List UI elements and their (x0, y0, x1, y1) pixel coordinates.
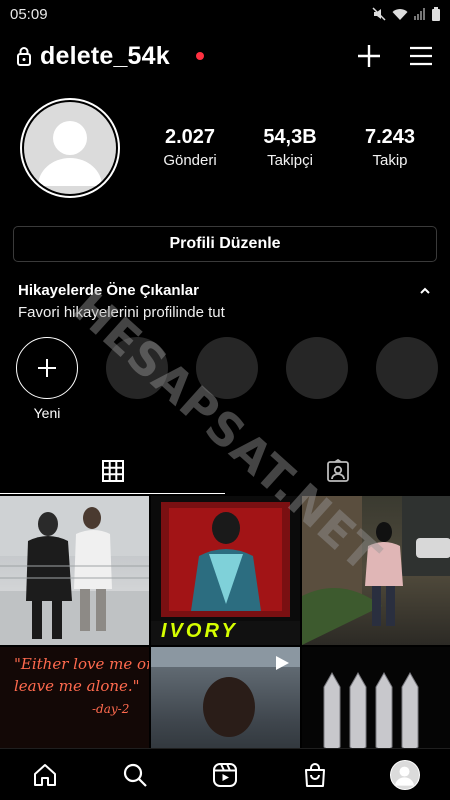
wifi-icon (392, 8, 408, 20)
followers-count: 54,3B (263, 126, 317, 148)
grid-icon (101, 460, 124, 482)
chevron-up-icon[interactable] (418, 284, 432, 298)
status-time: 05:09 (10, 5, 48, 23)
lock-icon (17, 47, 31, 66)
highlight-placeholder (286, 337, 348, 399)
highlight-placeholder (376, 337, 438, 399)
nav-search[interactable] (119, 759, 151, 791)
notification-dot (195, 52, 204, 60)
profile-avatar-small (390, 759, 420, 790)
edit-profile-button[interactable]: Profili Düzenle (13, 226, 437, 262)
posts-stat[interactable]: 2.027 Gönderi (145, 124, 235, 172)
new-highlight-label: Yeni (33, 405, 61, 421)
profile-tabs (0, 448, 450, 494)
tab-posts-grid[interactable] (0, 448, 225, 494)
posts-label: Gönderi (163, 152, 217, 169)
new-highlight-button[interactable] (16, 337, 78, 399)
default-avatar-icon (38, 121, 102, 186)
profile-header: delete_54k (0, 36, 450, 76)
search-icon (123, 763, 147, 787)
svg-text:"Either love me or: "Either love me or (14, 655, 149, 673)
reel-play-icon (276, 656, 289, 670)
highlight-placeholder (106, 337, 168, 399)
default-avatar-icon (395, 766, 414, 786)
hamburger-icon (410, 46, 432, 66)
signal-icon (414, 8, 425, 20)
plus-icon (358, 45, 380, 67)
profile-stats: 2.027 Gönderi 54,3B Takipçi 7.243 Takip (140, 124, 440, 172)
post-image (0, 496, 149, 645)
post-thumbnail[interactable] (0, 496, 149, 645)
plus-icon (38, 359, 56, 377)
nav-reels[interactable] (209, 759, 241, 791)
svg-text:leave me alone.": leave me alone." (14, 677, 140, 695)
highlights-subtitle: Favori hikayelerini profilinde tut (18, 304, 225, 321)
tab-tagged[interactable] (225, 448, 450, 494)
username[interactable]: delete_54k (40, 42, 170, 71)
mute-icon (372, 7, 386, 21)
post-image (302, 496, 450, 645)
shop-icon (305, 762, 325, 787)
menu-button[interactable] (408, 43, 434, 69)
post-thumbnail[interactable]: IVORY (151, 496, 300, 645)
followers-stat[interactable]: 54,3B Takipçi (245, 124, 335, 172)
nav-home[interactable] (29, 759, 61, 791)
home-icon (34, 763, 56, 786)
highlight-placeholder (196, 337, 258, 399)
posts-count: 2.027 (164, 126, 216, 148)
following-label: Takip (372, 152, 408, 169)
status-icons (372, 7, 440, 21)
tagged-icon (326, 459, 349, 482)
battery-icon (432, 7, 440, 21)
following-count: 7.243 (364, 126, 416, 148)
reels-icon (213, 762, 237, 787)
nav-shop[interactable] (299, 759, 331, 791)
followers-label: Takipçi (267, 152, 313, 169)
highlights-title: Hikayelerde Öne Çıkanlar (18, 282, 199, 299)
bottom-navigation (0, 748, 450, 800)
status-bar: 05:09 (0, 0, 450, 28)
svg-text:-day-2: -day-2 (92, 702, 129, 716)
following-stat[interactable]: 7.243 Takip (345, 124, 435, 172)
profile-avatar[interactable] (20, 98, 120, 198)
post-caption-title: IVORY (161, 620, 238, 642)
nav-profile[interactable] (389, 759, 421, 791)
post-thumbnail[interactable] (302, 496, 450, 645)
new-post-button[interactable] (356, 43, 382, 69)
